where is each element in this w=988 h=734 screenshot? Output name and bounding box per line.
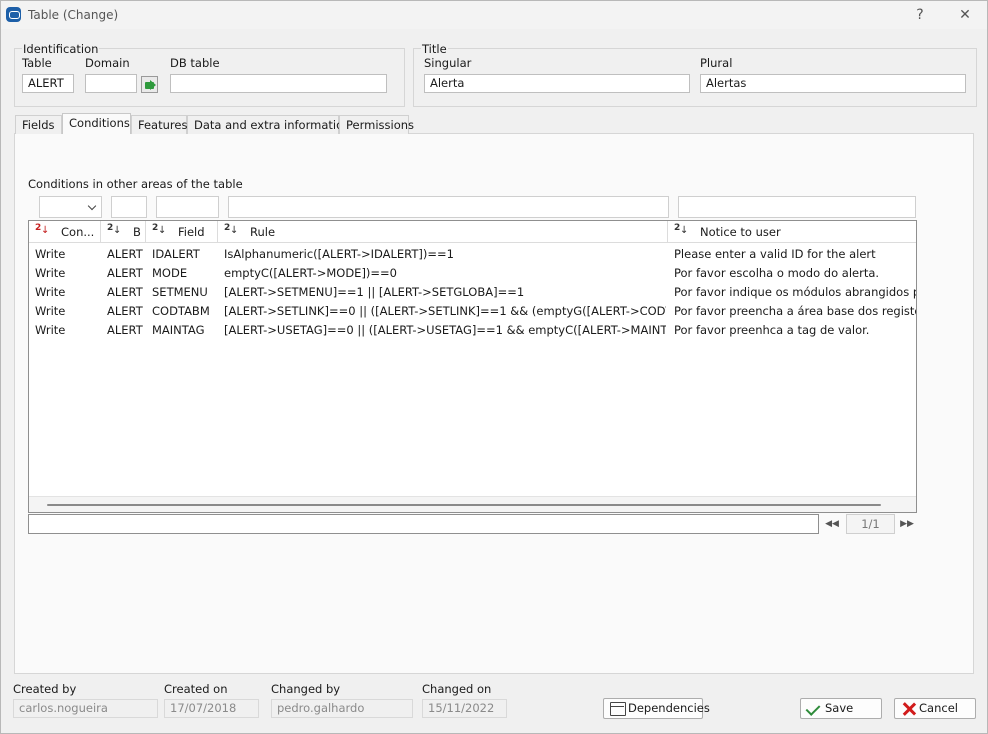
domain-field[interactable] — [85, 74, 137, 93]
tab-permissions[interactable]: Permissions — [339, 115, 414, 134]
created-by-field: carlos.nogueira — [13, 699, 158, 718]
dependencies-button[interactable]: Dependencies — [603, 698, 710, 719]
column-header-condition[interactable]: Con... — [29, 221, 101, 243]
open-picker-icon[interactable] — [141, 76, 158, 93]
table-row[interactable]: Write ALERT IDALERT IsAlphanumeric([ALER… — [29, 245, 916, 264]
conditions-grid: Con... B Field Rule Notice to user Write… — [28, 220, 917, 513]
save-button[interactable]: Save — [800, 698, 882, 719]
x-icon — [901, 702, 917, 716]
window-icon — [610, 702, 626, 716]
title-group-label: Title — [421, 42, 448, 56]
field-filter-input[interactable] — [156, 196, 219, 218]
table-row[interactable]: Write ALERT MAINTAG [ALERT->USETAG]==0 |… — [29, 321, 916, 340]
title-bar: Table (Change) ? ✕ — [1, 1, 987, 29]
tab-fields[interactable]: Fields — [15, 115, 62, 134]
changed-by-label: Changed by — [271, 682, 341, 696]
column-header-field[interactable]: Field — [146, 221, 218, 243]
sort-icon — [224, 223, 238, 238]
column-header-notice-to-user[interactable]: Notice to user — [668, 221, 916, 243]
table-row[interactable]: Write ALERT SETMENU [ALERT->SETMENU]==1 … — [29, 283, 916, 302]
b-filter-input[interactable] — [111, 196, 147, 218]
app-logo-icon — [6, 7, 21, 22]
created-on-field: 17/07/2018 — [164, 699, 259, 718]
table-change-window: Table (Change) ? ✕ Identification Table … — [0, 0, 988, 734]
close-button[interactable]: ✕ — [954, 5, 976, 25]
sort-icon — [674, 223, 688, 238]
grid-search-input[interactable] — [28, 514, 819, 534]
cancel-button[interactable]: Cancel — [894, 698, 976, 719]
first-page-button[interactable]: ◀◀ — [823, 514, 841, 534]
sort-icon — [35, 223, 49, 238]
grid-header: Con... B Field Rule Notice to user — [29, 221, 916, 243]
created-on-label: Created on — [164, 682, 228, 696]
changed-on-label: Changed on — [422, 682, 492, 696]
table-row[interactable]: Write ALERT CODTABM [ALERT->SETLINK]==0 … — [29, 302, 916, 321]
changed-by-field: pedro.galhardo — [271, 699, 413, 718]
column-header-b[interactable]: B — [101, 221, 146, 243]
rule-filter-input[interactable] — [228, 196, 669, 218]
singular-field[interactable]: Alerta — [424, 74, 690, 93]
horizontal-scrollbar[interactable] — [29, 496, 916, 512]
last-page-button[interactable]: ▶▶ — [898, 514, 916, 534]
scrollbar-thumb[interactable] — [47, 504, 881, 506]
singular-label: Singular — [424, 56, 472, 70]
identification-group-label: Identification — [22, 42, 100, 56]
dbtable-label: DB table — [170, 56, 220, 70]
domain-label: Domain — [85, 56, 130, 70]
dbtable-field[interactable] — [170, 74, 387, 93]
table-field[interactable]: ALERT — [22, 74, 74, 93]
checkmark-icon — [807, 702, 823, 716]
sort-icon — [152, 223, 166, 238]
created-by-label: Created by — [13, 682, 77, 696]
table-label: Table — [22, 56, 52, 70]
tab-data-and-extra-information[interactable]: Data and extra information — [187, 115, 350, 134]
window-title: Table (Change) — [28, 8, 119, 22]
changed-on-field: 15/11/2022 — [422, 699, 507, 718]
notice-filter-input[interactable] — [678, 196, 916, 218]
page-count: 1/1 — [846, 514, 895, 534]
help-button[interactable]: ? — [909, 5, 931, 25]
condition-filter-combo[interactable] — [39, 196, 102, 218]
table-row[interactable]: Write ALERT MODE emptyC([ALERT->MODE])==… — [29, 264, 916, 283]
plural-field[interactable]: Alertas — [700, 74, 966, 93]
tab-features[interactable]: Features — [131, 115, 187, 134]
tab-conditions[interactable]: Conditions — [62, 113, 131, 134]
sort-icon — [107, 223, 121, 238]
plural-label: Plural — [700, 56, 733, 70]
column-header-rule[interactable]: Rule — [218, 221, 668, 243]
conditions-section-label: Conditions in other areas of the table — [28, 177, 243, 191]
